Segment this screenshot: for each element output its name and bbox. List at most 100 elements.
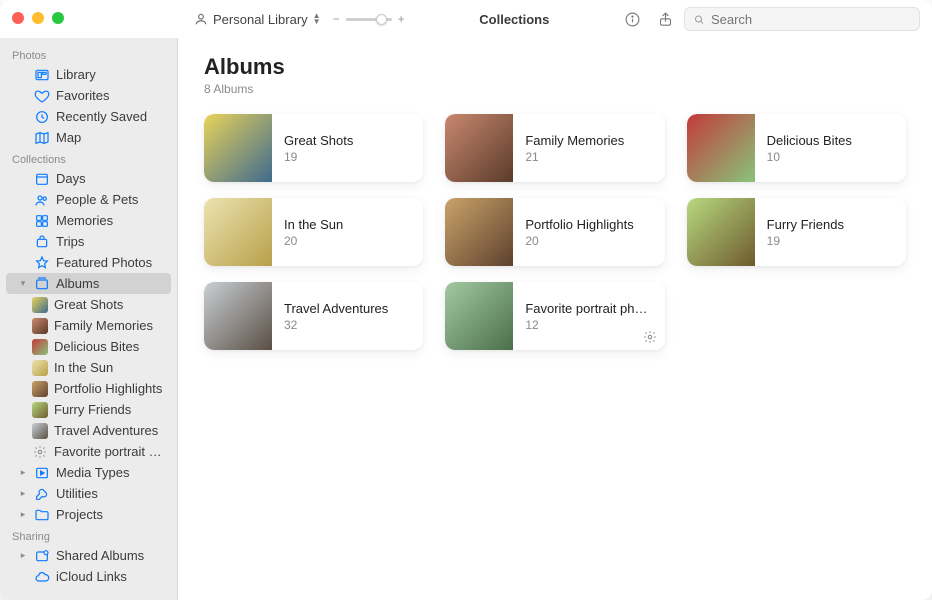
sidebar-item-label: iCloud Links	[56, 569, 127, 584]
sidebar-album-in-the-sun[interactable]: In the Sun	[6, 357, 171, 378]
album-title: Travel Adventures	[284, 301, 411, 316]
chevron-right-icon[interactable]: ▸	[18, 550, 28, 561]
zoom-minus[interactable]: −	[333, 12, 340, 26]
sidebar-item-label: Travel Adventures	[54, 423, 158, 438]
gear-icon[interactable]	[643, 330, 657, 344]
sidebar-album-delicious-bites[interactable]: Delicious Bites	[6, 336, 171, 357]
album-card[interactable]: Portfolio Highlights 20	[445, 198, 664, 266]
chevron-right-icon[interactable]: ▸	[18, 467, 28, 478]
sidebar-album-great-shots[interactable]: Great Shots	[6, 294, 171, 315]
album-cover	[445, 282, 513, 350]
sidebar-item-favorites[interactable]: Favorites	[6, 85, 171, 106]
sidebar-item-days[interactable]: Days	[6, 168, 171, 189]
sidebar-item-label: Memories	[56, 213, 113, 228]
zoom-knob[interactable]	[376, 14, 387, 25]
album-card[interactable]: Favorite portrait photos 12	[445, 282, 664, 350]
sidebar-item-trips[interactable]: Trips	[6, 231, 171, 252]
album-count: 10	[767, 150, 894, 164]
sidebar-item-label: Family Memories	[54, 318, 153, 333]
album-count: 12	[525, 318, 652, 332]
albums-grid: Great Shots 19 Family Memories 21	[204, 114, 906, 350]
album-count: 19	[767, 234, 894, 248]
gear-icon	[32, 444, 48, 460]
sidebar-item-utilities[interactable]: ▸ Utilities	[6, 483, 171, 504]
chevron-right-icon[interactable]: ▸	[18, 509, 28, 520]
sidebar: Photos Library Favorites Recently Saved …	[0, 38, 178, 600]
sidebar-item-shared-albums[interactable]: ▸ Shared Albums	[6, 545, 171, 566]
sidebar-item-label: Portfolio Highlights	[54, 381, 162, 396]
album-title: Delicious Bites	[767, 133, 894, 148]
sidebar-item-label: In the Sun	[54, 360, 113, 375]
album-cover	[687, 114, 755, 182]
sidebar-item-label: Delicious Bites	[54, 339, 139, 354]
app-window: Personal Library ▲▼ − + Collections Phot…	[0, 0, 932, 600]
album-cover	[445, 114, 513, 182]
album-cover	[204, 198, 272, 266]
album-cover	[204, 282, 272, 350]
album-title: Portfolio Highlights	[525, 217, 652, 232]
cloud-icon	[34, 569, 50, 585]
sidebar-item-label: Favorite portrait photos	[54, 444, 163, 459]
star-icon	[34, 255, 50, 271]
sidebar-item-recently-saved[interactable]: Recently Saved	[6, 106, 171, 127]
sidebar-item-projects[interactable]: ▸ Projects	[6, 504, 171, 525]
bag-icon	[34, 234, 50, 250]
album-title: Favorite portrait photos	[525, 301, 652, 316]
sidebar-album-favorite-portrait[interactable]: Favorite portrait photos	[6, 441, 171, 462]
zoom-slider[interactable]: − +	[333, 12, 405, 26]
chevron-up-down-icon: ▲▼	[313, 13, 321, 25]
album-title: Great Shots	[284, 133, 411, 148]
sidebar-album-portfolio-highlights[interactable]: Portfolio Highlights	[6, 378, 171, 399]
info-button[interactable]	[624, 11, 641, 28]
album-card[interactable]: Great Shots 19	[204, 114, 423, 182]
sidebar-item-albums[interactable]: ▾ Albums	[6, 273, 171, 294]
album-icon	[34, 276, 50, 292]
calendar-icon	[34, 171, 50, 187]
album-title: Furry Friends	[767, 217, 894, 232]
sidebar-item-media-types[interactable]: ▸ Media Types	[6, 462, 171, 483]
library-switcher[interactable]: Personal Library ▲▼	[190, 10, 325, 29]
sidebar-item-map[interactable]: Map	[6, 127, 171, 148]
sidebar-item-label: Favorites	[56, 88, 109, 103]
sidebar-item-label: Great Shots	[54, 297, 123, 312]
sidebar-item-label: Media Types	[56, 465, 129, 480]
sidebar-album-furry-friends[interactable]: Furry Friends	[6, 399, 171, 420]
search-field[interactable]	[684, 7, 920, 31]
sidebar-item-memories[interactable]: Memories	[6, 210, 171, 231]
sidebar-album-family-memories[interactable]: Family Memories	[6, 315, 171, 336]
sidebar-item-label: Shared Albums	[56, 548, 144, 563]
sidebar-item-people-pets[interactable]: People & Pets	[6, 189, 171, 210]
sidebar-album-travel-adventures[interactable]: Travel Adventures	[6, 420, 171, 441]
album-title: In the Sun	[284, 217, 411, 232]
sidebar-item-label: Map	[56, 130, 81, 145]
sidebar-item-label: Recently Saved	[56, 109, 147, 124]
album-card[interactable]: Delicious Bites 10	[687, 114, 906, 182]
sidebar-item-featured-photos[interactable]: Featured Photos	[6, 252, 171, 273]
sidebar-item-icloud-links[interactable]: iCloud Links	[6, 566, 171, 587]
album-thumb-icon	[32, 402, 48, 418]
album-card[interactable]: Travel Adventures 32	[204, 282, 423, 350]
sidebar-item-library[interactable]: Library	[6, 64, 171, 85]
album-count: 19	[284, 150, 411, 164]
sidebar-item-label: Library	[56, 67, 96, 82]
chevron-down-icon[interactable]: ▾	[18, 278, 28, 289]
album-card[interactable]: Furry Friends 19	[687, 198, 906, 266]
search-icon	[693, 13, 705, 26]
album-count: 21	[525, 150, 652, 164]
map-icon	[34, 130, 50, 146]
sidebar-item-label: Furry Friends	[54, 402, 131, 417]
album-card[interactable]: Family Memories 21	[445, 114, 664, 182]
zoom-plus[interactable]: +	[398, 12, 405, 26]
share-button[interactable]	[657, 11, 674, 28]
zoom-track[interactable]	[346, 18, 392, 21]
library-label: Personal Library	[213, 12, 308, 27]
chevron-right-icon[interactable]: ▸	[18, 488, 28, 499]
album-card[interactable]: In the Sun 20	[204, 198, 423, 266]
shared-album-icon	[34, 548, 50, 564]
album-thumb-icon	[32, 381, 48, 397]
section-sharing: Sharing	[0, 525, 177, 545]
section-photos: Photos	[0, 44, 177, 64]
search-input[interactable]	[711, 12, 911, 27]
sidebar-item-label: People & Pets	[56, 192, 138, 207]
heart-icon	[34, 88, 50, 104]
